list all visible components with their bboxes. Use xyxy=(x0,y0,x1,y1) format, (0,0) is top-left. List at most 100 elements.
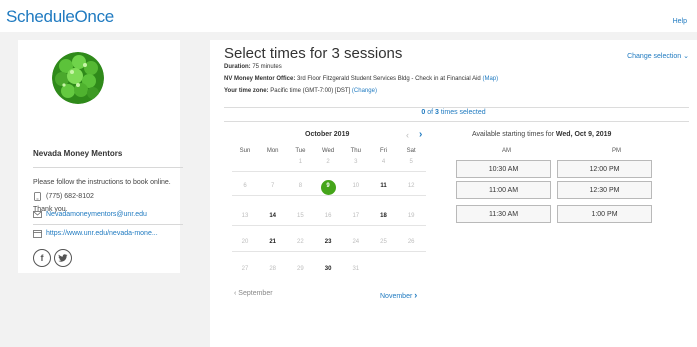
time-slot-button[interactable]: 1:00 PM xyxy=(557,205,652,223)
calendar-day: 22 xyxy=(297,239,304,245)
map-link[interactable]: (Map) xyxy=(482,76,498,82)
website-row: https://www.unr.edu/nevada-mone... xyxy=(33,229,158,238)
envelope-icon xyxy=(33,210,42,219)
calendar-day: 28 xyxy=(269,266,277,272)
calendar-day: 25 xyxy=(380,239,387,245)
divider xyxy=(224,121,689,122)
weekday-label: Wed xyxy=(321,148,335,154)
calendar-day: 5 xyxy=(409,159,413,165)
booking-instructions: Please follow the instructions to book o… xyxy=(33,179,171,186)
scheduleonce-logo[interactable]: ScheduleOnce xyxy=(6,7,114,27)
previous-month-chevron-icon[interactable]: ‹ xyxy=(406,130,409,140)
calendar-day: 3 xyxy=(354,159,358,165)
phone-row: (775) 682-8102 xyxy=(33,192,94,201)
timezone-label: Your time zone: xyxy=(224,88,269,94)
week-divider xyxy=(232,225,426,226)
calendar-day: 16 xyxy=(324,213,332,219)
calendar-month-label: October 2019 xyxy=(305,131,350,138)
weekday-label: Thu xyxy=(350,148,361,154)
chevron-left-icon: ‹ xyxy=(234,290,237,297)
phone-icon xyxy=(33,192,42,201)
calendar-day: 1 xyxy=(298,159,303,165)
divider xyxy=(33,224,183,225)
organizer-name: Nevada Money Mentors xyxy=(33,149,123,158)
divider xyxy=(33,167,183,168)
timezone-change-link[interactable]: (Change) xyxy=(352,88,377,94)
header: ScheduleOnce Help xyxy=(0,0,697,32)
duration-label: Duration: xyxy=(224,64,251,70)
weekday-label: Mon xyxy=(266,148,279,154)
calendar-day: 26 xyxy=(407,239,415,245)
location-label: NV Money Mentor Office: xyxy=(224,76,296,82)
week-divider xyxy=(232,195,426,196)
email-link[interactable]: Nevadamoneymentors@unr.edu xyxy=(46,211,147,218)
am-column-label: AM xyxy=(502,148,511,154)
calendar-day-available[interactable]: 30 xyxy=(315,266,341,272)
duration-line: Duration: 75 minutes xyxy=(224,64,282,70)
calendar-day-available[interactable]: 18 xyxy=(371,213,397,219)
weekday-label: Fri xyxy=(380,148,387,154)
pm-column-label: PM xyxy=(612,148,621,154)
week-divider xyxy=(232,251,426,252)
time-slot-button[interactable]: 11:30 AM xyxy=(456,205,551,223)
facebook-icon[interactable]: f xyxy=(33,249,51,267)
calendar-day: 27 xyxy=(241,266,249,272)
calendar-day: 4 xyxy=(381,159,386,165)
chevron-right-icon: › xyxy=(414,290,418,300)
next-month-link[interactable]: November › xyxy=(380,290,417,300)
calendar-day: 7 xyxy=(271,183,275,189)
location-value: 3rd Floor Fitzgerald Student Services Bl… xyxy=(297,76,481,82)
calendar-day: 2 xyxy=(326,159,330,165)
week-divider xyxy=(232,171,426,172)
page-title: Select times for 3 sessions xyxy=(224,45,403,62)
duration-value: 75 minutes xyxy=(252,64,282,70)
calendar-day: 13 xyxy=(241,213,249,219)
available-times-date: Wed, Oct 9, 2019 xyxy=(555,131,612,138)
time-slot-button[interactable]: 10:30 AM xyxy=(456,160,551,178)
calendar-day: 24 xyxy=(352,239,360,245)
social-links: f xyxy=(33,249,72,267)
calendar-day: 10 xyxy=(352,183,360,189)
phone-number: (775) 682-8102 xyxy=(46,193,94,200)
time-slot-button[interactable]: 12:00 PM xyxy=(557,160,652,178)
selected-of: of xyxy=(425,109,436,116)
next-month-label: November xyxy=(380,293,413,300)
change-selection-label: Change selection xyxy=(627,53,682,60)
selected-suffix: times selected xyxy=(438,109,486,116)
available-times-title: Available starting times for Wed, Oct 9,… xyxy=(472,131,611,138)
weekday-label: Sun xyxy=(239,148,251,154)
calendar-day-selected[interactable]: 9 xyxy=(315,183,341,189)
calendar-day: 15 xyxy=(297,213,304,219)
timezone-line: Your time zone: Pacific time (GMT-7:00) … xyxy=(224,88,377,94)
organizer-card: Nevada Money Mentors Please follow the i… xyxy=(18,40,183,273)
chevron-down-icon: ⌄ xyxy=(683,53,689,60)
previous-month-label: September xyxy=(238,290,273,297)
selection-counter: 0 of 3 times selected xyxy=(210,109,697,116)
website-link[interactable]: https://www.unr.edu/nevada-mone... xyxy=(46,230,158,237)
calendar-day: 29 xyxy=(297,266,304,272)
timezone-value: Pacific time (GMT-7:00) [DST] xyxy=(270,88,351,94)
main-panel: Select times for 3 sessions Change selec… xyxy=(210,40,697,347)
available-times-prefix: Available starting times for xyxy=(472,131,556,138)
twitter-icon[interactable] xyxy=(54,249,72,267)
avatar xyxy=(52,52,104,104)
calendar-day-available[interactable]: 14 xyxy=(260,213,286,219)
calendar-day: 12 xyxy=(407,183,415,189)
change-selection-link[interactable]: Change selection ⌄ xyxy=(627,52,689,60)
calendar-day-available[interactable]: 21 xyxy=(260,239,286,245)
browser-icon xyxy=(33,229,42,238)
calendar-day-available[interactable]: 11 xyxy=(371,183,397,189)
divider xyxy=(224,107,689,108)
calendar-day: 6 xyxy=(243,183,247,189)
location-line: NV Money Mentor Office: 3rd Floor Fitzge… xyxy=(224,76,498,82)
calendar-day: 17 xyxy=(352,213,360,219)
help-link[interactable]: Help xyxy=(673,18,687,25)
calendar-day-available[interactable]: 23 xyxy=(315,239,341,245)
calendar-day: 19 xyxy=(407,213,415,219)
next-month-chevron-icon[interactable]: › xyxy=(419,129,422,140)
weekday-label: Tue xyxy=(295,148,306,154)
email-row: Nevadamoneymentors@unr.edu xyxy=(33,210,147,219)
time-slot-button[interactable]: 11:00 AM xyxy=(456,181,551,199)
time-slot-button[interactable]: 12:30 PM xyxy=(557,181,652,199)
previous-month-link[interactable]: ‹ September xyxy=(234,290,273,297)
